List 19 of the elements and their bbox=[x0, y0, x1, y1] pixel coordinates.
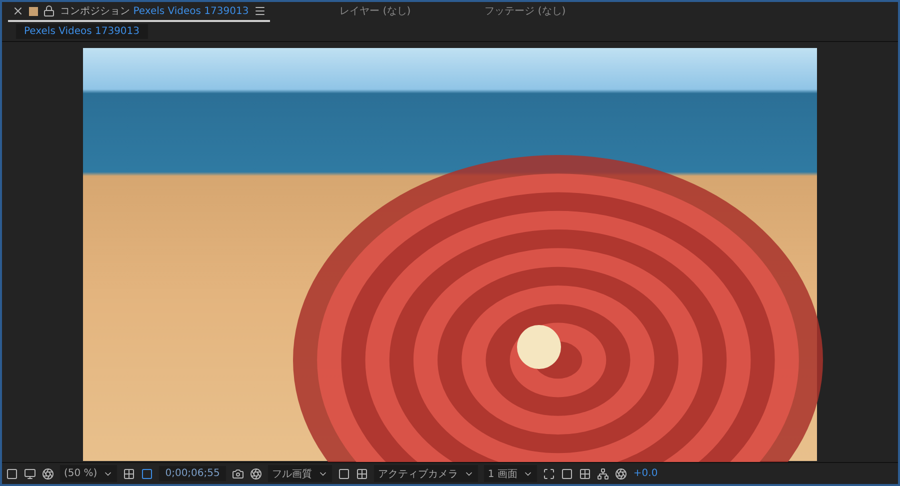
view-dropdown[interactable]: アクティブカメラ bbox=[374, 465, 478, 482]
layout-dropdown[interactable]: 1 画面 bbox=[484, 465, 538, 482]
swatch-icon bbox=[29, 6, 38, 16]
menu-icon[interactable] bbox=[254, 5, 266, 17]
panel-tab[interactable]: レイヤー (なし) bbox=[336, 2, 415, 22]
panel-tab[interactable]: フッテージ (なし) bbox=[480, 2, 570, 22]
exposure-value[interactable]: +0.0 bbox=[633, 468, 658, 479]
close-icon[interactable] bbox=[12, 5, 24, 17]
frame-icon[interactable] bbox=[543, 468, 556, 480]
zoom-dropdown[interactable]: (50 %) bbox=[60, 465, 118, 482]
lock-icon[interactable] bbox=[43, 5, 55, 17]
camera-icon[interactable] bbox=[232, 468, 244, 480]
panel-tab[interactable]: コンポジション Pexels Videos 1739013 bbox=[8, 2, 270, 22]
flowchart-icon[interactable] bbox=[597, 468, 610, 480]
resolution-dropdown[interactable]: フル画質 bbox=[268, 465, 332, 482]
monitor-icon[interactable] bbox=[24, 468, 36, 480]
grid-icon[interactable] bbox=[123, 468, 136, 480]
composition-tab[interactable]: Pexels Videos 1739013 bbox=[16, 24, 148, 39]
timecode[interactable]: 0;00;06;55 bbox=[159, 466, 226, 481]
